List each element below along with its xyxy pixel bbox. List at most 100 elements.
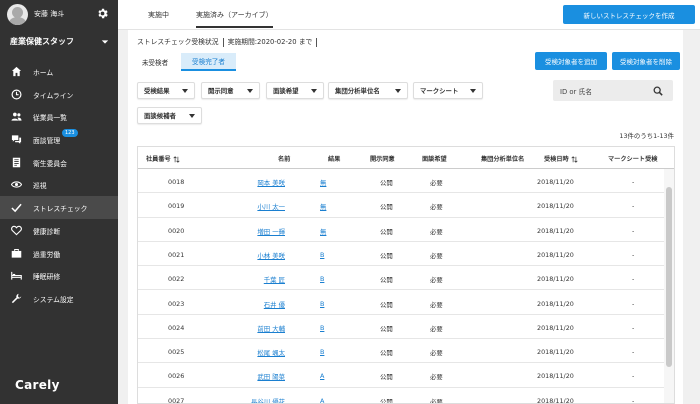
search-icon[interactable] [653,86,663,96]
table-row: 0021 小林 美咲 B 公開 必要 2018/11/20 - [138,242,666,267]
cell-date: 2018/11/20 [537,323,574,332]
tab-taken[interactable]: 受検完了者 [181,53,236,71]
scrollbar[interactable] [664,169,674,403]
chevron-down-icon[interactable] [101,38,109,46]
app-window: 安藤 海斗 産業保健スタッフ ホーム タイムライン 従業員一覧 面談管理 123… [0,0,700,404]
cell-date: 2018/11/20 [537,299,574,308]
sidebar-item-timeline[interactable]: タイムライン [0,83,118,106]
tab-not-taken[interactable]: 未受検者 [137,53,173,71]
caret-down-icon [189,114,195,118]
sidebar-item-patrol[interactable]: 巡視 [0,173,118,196]
cell-result[interactable]: 無 [320,227,326,236]
cell-result[interactable]: 無 [320,202,326,211]
table-row: 0024 前田 大輔 B 公開 必要 2018/11/20 - [138,315,666,340]
filter-group[interactable]: 集団分析単位名 [328,82,408,99]
heart-icon [11,225,22,236]
cell-name[interactable]: 前田 大輔 [257,324,285,333]
document-icon [12,157,21,168]
filter-interview[interactable]: 面談希望 [266,82,324,99]
results-table: 社員番号 名前 結果 開示同意 面談希望 集団分析単位名 受検日時 マークシート… [137,146,675,404]
cell-sheet: - [632,323,635,332]
sidebar-item-health-checkup[interactable]: 健康診断 [0,219,118,242]
cell-name[interactable]: 増田 一輝 [257,227,285,236]
filter-disclosure[interactable]: 開示同意 [201,82,260,99]
search-input[interactable]: ID or 氏名 [553,80,673,101]
cell-interview: 必要 [430,276,443,285]
table-row: 0026 武田 陽菜 A 公開 必要 2018/11/20 - [138,363,666,388]
tab-archived[interactable]: 実施済み（アーカイブ） [196,10,273,28]
cell-interview: 必要 [430,373,443,382]
sidebar-item-committee[interactable]: 衛生委員会 [0,151,118,174]
cell-id: 0025 [168,348,185,357]
sidebar-item-interviews[interactable]: 面談管理 123 [0,128,118,151]
cell-result[interactable]: B [320,275,324,283]
stresscheck-panel: ストレスチェック受検状況 実施期間:2020-02-20 まで 未受検者 受検完了… [128,30,683,404]
cell-result[interactable]: B [320,324,324,332]
tab-ongoing[interactable]: 実施中 [148,10,169,20]
scrollbar-thumb[interactable] [666,187,672,367]
cell-name[interactable]: 長谷川 優花 [251,397,285,403]
period-label: 実施期間:2020-02-20 まで [227,38,313,46]
cell-result[interactable]: A [320,372,324,380]
cell-disclose: 公開 [380,300,393,309]
cell-sheet: - [632,275,635,284]
people-icon [11,113,22,121]
cell-sheet: - [632,348,635,357]
sort-icon[interactable] [173,155,180,163]
sidebar-item-stresscheck[interactable]: ストレスチェック [0,196,118,219]
sidebar-item-overwork[interactable]: 過重労働 [0,242,118,265]
company-selector[interactable]: 産業保健スタッフ [10,36,74,47]
sidebar-item-label: 健康診断 [33,227,61,236]
gear-icon[interactable] [96,7,109,20]
column-header-id[interactable]: 社員番号 [146,154,180,163]
column-header-group: 集団分析単位名 [481,156,525,163]
sidebar-item-system-settings[interactable]: システム設定 [0,287,118,310]
filter-label: 面談希望 [273,87,299,95]
caret-down-icon [247,89,253,93]
cell-id: 0020 [168,226,185,235]
cell-disclose: 公開 [380,397,393,404]
cell-name[interactable]: 岡本 美咲 [257,178,285,187]
column-header-disclosure: 開示同意 [370,156,395,163]
user-menu[interactable]: 安藤 海斗 [0,0,118,30]
cell-result[interactable]: B [320,251,324,259]
filter-interview-candidate[interactable]: 面談候補者 [137,107,202,124]
cell-id: 0027 [168,396,185,404]
cell-result[interactable]: 無 [320,178,326,187]
cell-result[interactable]: A [320,397,324,403]
cell-date: 2018/11/20 [537,396,574,404]
cell-id: 0018 [168,178,185,186]
cell-result[interactable]: B [320,300,324,308]
filter-label: 開示同意 [208,87,234,95]
cell-sheet: - [632,202,635,211]
eye-icon [11,181,22,189]
column-header-date[interactable]: 受検日時 [544,154,578,163]
filter-marksheet[interactable]: マークシート [413,82,483,99]
result-count: 13件のうち1-13件 [619,132,674,140]
cell-name[interactable]: 武田 陽菜 [257,372,285,381]
avatar[interactable] [7,4,28,25]
notification-badge: 123 [62,129,78,138]
cell-name[interactable]: 千葉 匠 [264,275,285,284]
cell-name[interactable]: 石井 優 [264,300,285,309]
sidebar-item-sleep-training[interactable]: 睡眠研修 [0,264,118,287]
filter-result[interactable]: 受検結果 [137,82,195,99]
remove-target-button[interactable]: 受検対象者を削除 [612,52,680,70]
add-target-button[interactable]: 受検対象者を追加 [535,52,607,70]
table-row: 0027 長谷川 優花 A 公開 必要 2018/11/20 - [138,388,666,404]
cell-name[interactable]: 小林 美咲 [257,251,285,260]
header-label: 社員番号 [146,156,171,163]
sort-icon[interactable] [571,155,578,163]
cell-interview: 必要 [430,300,443,309]
sidebar-item-employees[interactable]: 従業員一覧 [0,105,118,128]
briefcase-icon [11,248,22,258]
cell-name[interactable]: 小川 太一 [257,202,285,211]
sidebar-item-home[interactable]: ホーム [0,60,118,83]
create-stresscheck-button[interactable]: 新しいストレスチェックを作成 [563,5,695,24]
cell-result[interactable]: B [320,348,324,356]
table-row: 0023 石井 優 B 公開 必要 2018/11/20 - [138,291,666,315]
filter-label: 面談候補者 [144,112,176,120]
cell-name[interactable]: 松尾 颯太 [257,348,285,357]
chat-icon [11,135,22,144]
sidebar-item-label: ホーム [33,69,54,77]
